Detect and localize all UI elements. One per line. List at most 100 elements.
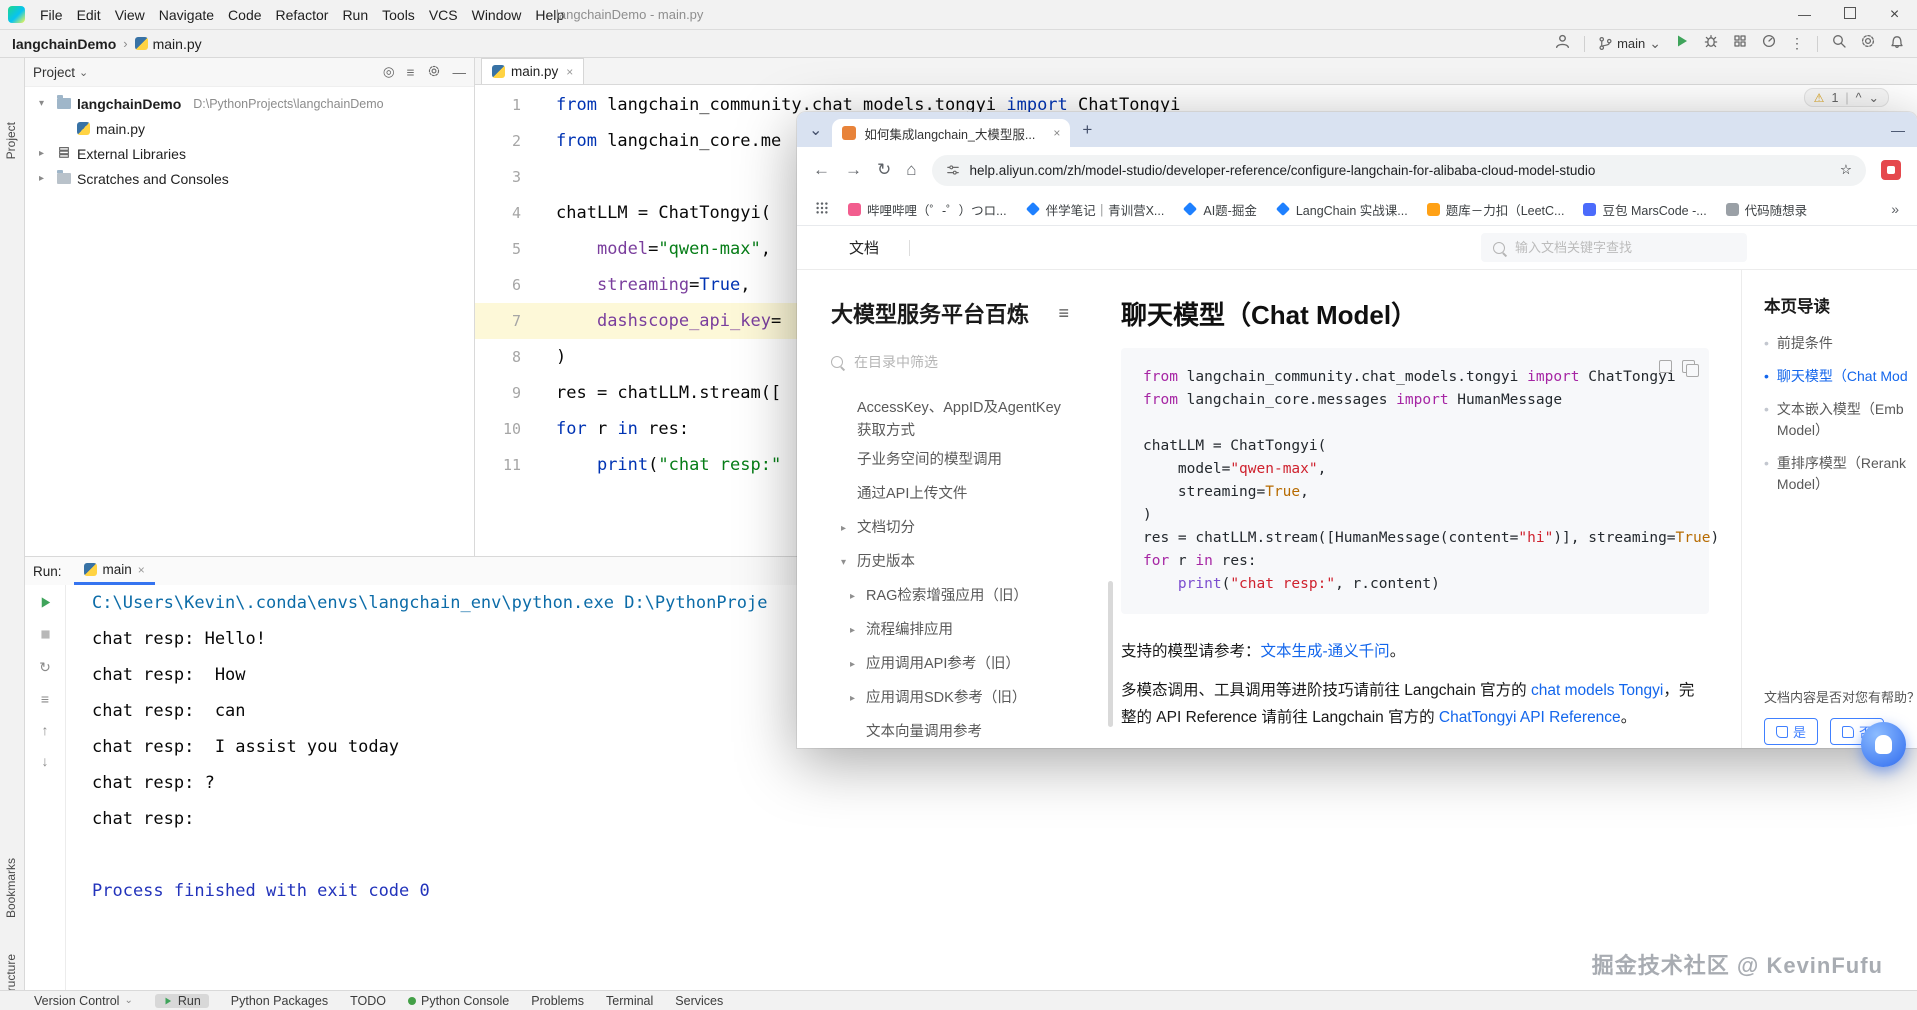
caret-right-icon[interactable]: ▸	[841, 517, 857, 540]
breadcrumb-file[interactable]: main.py	[134, 36, 202, 52]
menu-item-view[interactable]: View	[108, 7, 152, 23]
new-tab-icon[interactable]: +	[1082, 120, 1092, 140]
bookmark-item[interactable]: 题库－力扣（LeetC...	[1426, 200, 1564, 219]
reload-icon[interactable]: ↻	[877, 160, 891, 180]
caret-right-icon[interactable]: ▸	[39, 173, 51, 184]
menu-item-run[interactable]: Run	[335, 7, 375, 23]
sidebar-scrollbar[interactable]	[1108, 581, 1113, 727]
sidebar-menu-item[interactable]: AccessKey、AppID及AgentKey获取方式	[831, 397, 1115, 443]
copy-code-icon[interactable]	[1682, 360, 1699, 377]
tree-row-scratches[interactable]: ▸ Scratches and Consoles	[25, 166, 474, 191]
hide-panel-icon[interactable]: —	[453, 65, 467, 80]
coverage-button[interactable]	[1732, 33, 1748, 54]
doc-search-box[interactable]	[1481, 233, 1747, 262]
editor-tab-mainpy[interactable]: main.py ×	[481, 58, 585, 84]
collaborate-icon[interactable]	[1554, 33, 1571, 55]
sidebar-menu-item[interactable]: ▸ 应用调用SDK参考（旧）	[831, 681, 1115, 715]
project-panel-title[interactable]: Project	[33, 65, 75, 80]
close-icon[interactable]: ×	[1872, 6, 1917, 24]
forward-icon[interactable]: →	[845, 160, 862, 180]
caret-right-icon[interactable]: ▸	[850, 619, 866, 642]
search-everywhere-icon[interactable]	[1831, 33, 1847, 54]
bookmark-item[interactable]: 代码随想录	[1725, 200, 1807, 219]
stripe-project-label[interactable]: Project	[4, 122, 18, 159]
statusbar-run[interactable]: Run	[154, 993, 209, 1008]
caret-down-icon[interactable]: ▾	[39, 98, 51, 109]
tree-row-external-libraries[interactable]: ▸ External Libraries	[25, 141, 474, 166]
statusbar-services[interactable]: Services	[675, 994, 723, 1008]
git-branch-selector[interactable]: main ⌄	[1598, 35, 1661, 52]
tab-close-icon[interactable]: ×	[1053, 126, 1060, 140]
home-icon[interactable]: ⌂	[906, 160, 916, 180]
maximize-icon[interactable]	[1827, 7, 1872, 22]
panel-settings-gear-icon[interactable]	[427, 64, 441, 81]
run-tab-main[interactable]: main ×	[73, 558, 155, 585]
statusbar-python-packages[interactable]: Python Packages	[231, 994, 328, 1008]
locate-file-icon[interactable]: ◎	[383, 64, 395, 80]
bookmark-star-icon[interactable]: ☆	[1840, 162, 1852, 178]
statusbar-terminal[interactable]: Terminal	[606, 994, 653, 1008]
browser-minimize-icon[interactable]: —	[1891, 122, 1905, 138]
tree-row-mainpy[interactable]: main.py	[25, 116, 474, 141]
settings-gear-icon[interactable]	[1860, 33, 1876, 54]
settings-list-icon[interactable]: ≡	[41, 691, 49, 707]
sidebar-menu-item[interactable]: ▸ RAG检索增强应用（旧）	[831, 579, 1115, 613]
extension-icon[interactable]	[1881, 160, 1901, 180]
doc-link[interactable]: ChatTongyi API Reference	[1439, 709, 1621, 726]
caret-right-icon[interactable]: ▸	[850, 585, 866, 608]
doc-link[interactable]: 文本生成-通义千问	[1261, 643, 1390, 660]
run-button[interactable]	[1674, 33, 1690, 54]
tab-close-icon[interactable]: ×	[566, 65, 573, 79]
scroll-down-icon[interactable]: ↓	[42, 753, 49, 769]
bookmark-item[interactable]: LangChain 实战课...	[1275, 200, 1408, 219]
back-icon[interactable]: ←	[813, 160, 830, 180]
edit-code-icon[interactable]	[1659, 360, 1672, 373]
minimize-icon[interactable]: —	[1782, 7, 1827, 22]
sidebar-menu-item[interactable]: 子业务空间的模型调用	[831, 443, 1115, 477]
bookmark-item[interactable]: 哔哩哔哩（゜-゜）つロ...	[848, 200, 1007, 219]
sidebar-collapse-icon[interactable]: ≡	[1058, 303, 1069, 324]
sidebar-menu-item[interactable]: ▾ 历史版本	[831, 545, 1115, 579]
statusbar-problems[interactable]: Problems	[531, 994, 584, 1008]
toc-item[interactable]: • 文本嵌入模型（Emb Model）	[1764, 399, 1917, 441]
stripe-bookmarks-label[interactable]: Bookmarks	[4, 858, 18, 918]
caret-right-icon[interactable]: ▸	[850, 687, 866, 710]
statusbar-todo[interactable]: TODO	[350, 994, 386, 1008]
debug-button[interactable]	[1703, 33, 1719, 54]
apps-grid-icon[interactable]	[815, 201, 829, 218]
toc-item[interactable]: • 聊天模型（Chat Mod	[1764, 366, 1917, 387]
bookmark-item[interactable]: 伴学笔记｜青训营X...	[1025, 200, 1164, 219]
statusbar-python-console[interactable]: Python Console	[407, 994, 509, 1008]
rerun-icon[interactable]	[38, 595, 53, 613]
feedback-yes-button[interactable]: 是	[1764, 718, 1819, 745]
collapse-all-icon[interactable]: ≡	[407, 65, 415, 80]
menu-item-tools[interactable]: Tools	[375, 7, 422, 23]
sidebar-menu-item[interactable]: 文本向量调用参考	[831, 715, 1115, 748]
menu-item-refactor[interactable]: Refactor	[269, 7, 336, 23]
tab-search-chevron-icon[interactable]: ⌄	[809, 120, 822, 140]
sidebar-menu-item[interactable]: ▸ 应用调用API参考（旧）	[831, 647, 1115, 681]
menu-item-file[interactable]: File	[33, 7, 70, 23]
menu-item-code[interactable]: Code	[221, 7, 268, 23]
sidebar-menu-item[interactable]: ▸ 流程编排应用	[831, 613, 1115, 647]
more-icon[interactable]: ⋮	[1790, 35, 1804, 52]
menu-item-navigate[interactable]: Navigate	[152, 7, 221, 23]
sidebar-filter-input[interactable]	[852, 353, 1026, 371]
statusbar-version-control[interactable]: Version Control ⌄	[34, 994, 133, 1008]
menu-item-edit[interactable]: Edit	[70, 7, 108, 23]
bookmarks-overflow-icon[interactable]: »	[1891, 201, 1899, 217]
notifications-bell-icon[interactable]	[1889, 33, 1905, 54]
browser-tab[interactable]: 如何集成langchain_大模型服... ×	[832, 119, 1071, 147]
toc-item[interactable]: • 重排序模型（Rerank Model）	[1764, 453, 1917, 495]
stop-icon[interactable]	[39, 628, 52, 644]
bookmark-item[interactable]: AI题-掘金	[1183, 200, 1257, 219]
menu-item-window[interactable]: Window	[465, 7, 529, 23]
doc-search-input[interactable]	[1513, 239, 1735, 256]
toc-item[interactable]: • 前提条件	[1764, 333, 1917, 354]
scroll-up-icon[interactable]: ↑	[42, 722, 49, 738]
restart-icon[interactable]: ↻	[39, 659, 51, 676]
tab-close-icon[interactable]: ×	[138, 563, 145, 577]
caret-right-icon[interactable]: ▸	[39, 148, 51, 159]
bookmark-item[interactable]: 豆包 MarsCode -...	[1583, 200, 1707, 219]
chevron-down-icon[interactable]: ⌄	[79, 66, 88, 79]
